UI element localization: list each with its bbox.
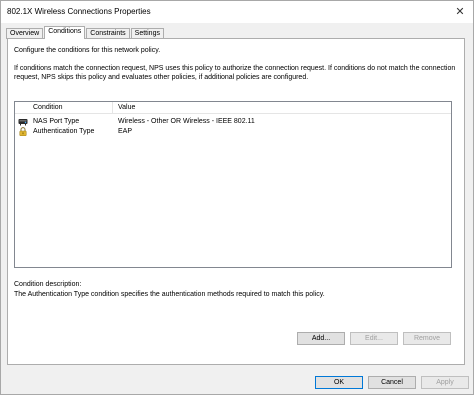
table-row[interactable]: Authentication Type EAP <box>15 127 451 137</box>
table-row[interactable]: NAS Port Type Wireless - Other OR Wirele… <box>15 117 451 127</box>
add-button[interactable]: Add... <box>297 332 345 345</box>
panel-explanation: If conditions match the connection reque… <box>14 65 456 81</box>
ok-button[interactable]: OK <box>315 376 363 389</box>
condition-name: NAS Port Type <box>33 118 80 125</box>
condition-name: Authentication Type <box>33 128 95 135</box>
panel-intro: Configure the conditions for this networ… <box>14 47 161 54</box>
condition-description-text: The Authentication Type condition specif… <box>14 291 325 298</box>
close-icon[interactable]: ✕ <box>453 5 467 19</box>
cancel-button[interactable]: Cancel <box>368 376 416 389</box>
condition-value: EAP <box>118 128 133 135</box>
condition-value: Wireless - Other OR Wireless - IEEE 802.… <box>118 118 255 125</box>
properties-dialog: 802.1X Wireless Connections Properties ✕… <box>0 0 474 395</box>
conditions-panel: Configure the conditions for this networ… <box>7 38 465 365</box>
window-title: 802.1X Wireless Connections Properties <box>7 7 151 16</box>
column-header-condition[interactable]: Condition <box>33 104 63 111</box>
apply-button[interactable]: Apply <box>421 376 469 389</box>
column-divider[interactable] <box>112 102 113 113</box>
title-bar[interactable]: 802.1X Wireless Connections Properties ✕ <box>1 1 473 23</box>
tab-conditions[interactable]: Conditions <box>44 26 86 39</box>
condition-description-label: Condition description: <box>14 281 82 288</box>
lock-icon <box>19 127 27 136</box>
list-header: Condition Value <box>15 102 451 114</box>
remove-button[interactable]: Remove <box>403 332 451 345</box>
conditions-list[interactable]: Condition Value NAS Port Type Wireless -… <box>14 101 452 268</box>
edit-button[interactable]: Edit... <box>350 332 398 345</box>
column-header-value[interactable]: Value <box>118 104 135 111</box>
network-device-icon <box>18 119 28 126</box>
